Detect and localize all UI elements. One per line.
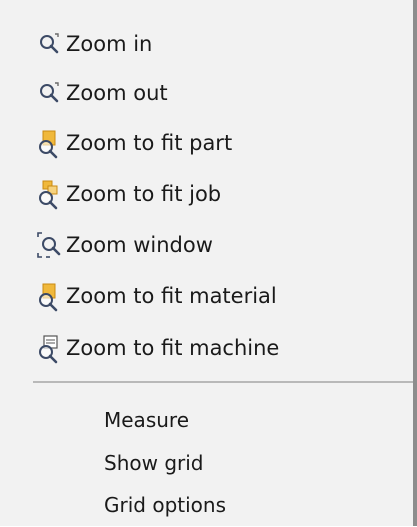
zoom-fit-machine-icon: [34, 332, 66, 364]
menu-item-label: Show grid: [104, 451, 204, 475]
menu-item-label: Zoom to fit part: [66, 131, 233, 155]
menu-item-label: Zoom out: [66, 81, 168, 105]
context-menu: Zoom in Zoom out Zoom to fit part Zoom t…: [0, 0, 417, 526]
menu-item-label: Measure: [104, 408, 189, 432]
zoom-window-icon: [34, 229, 66, 261]
zoom-out-icon: [34, 77, 66, 109]
menu-item-show-grid[interactable]: Show grid: [104, 441, 204, 485]
menu-item-label: Zoom to fit machine: [66, 336, 280, 360]
menu-item-zoom-to-fit-machine[interactable]: Zoom to fit machine: [34, 326, 279, 370]
menu-item-label: Grid options: [104, 493, 226, 517]
menu-separator: [33, 381, 413, 383]
menu-item-measure[interactable]: Measure: [104, 398, 189, 442]
menu-item-zoom-out[interactable]: Zoom out: [34, 71, 168, 115]
zoom-in-icon: [34, 28, 66, 60]
menu-item-label: Zoom to fit job: [66, 182, 222, 206]
menu-item-zoom-window[interactable]: Zoom window: [34, 223, 213, 267]
menu-item-zoom-in[interactable]: Zoom in: [34, 22, 152, 66]
zoom-fit-job-icon: [34, 178, 66, 210]
menu-item-label: Zoom window: [66, 233, 213, 257]
menu-item-label: Zoom in: [66, 32, 153, 56]
menu-item-zoom-to-fit-job[interactable]: Zoom to fit job: [34, 172, 221, 216]
menu-item-grid-options[interactable]: Grid options: [104, 483, 226, 527]
menu-item-label: Zoom to fit material: [66, 284, 277, 308]
zoom-fit-material-icon: [34, 280, 66, 312]
menu-item-zoom-to-fit-material[interactable]: Zoom to fit material: [34, 274, 277, 318]
zoom-fit-part-icon: [34, 127, 66, 159]
menu-item-zoom-to-fit-part[interactable]: Zoom to fit part: [34, 121, 232, 165]
